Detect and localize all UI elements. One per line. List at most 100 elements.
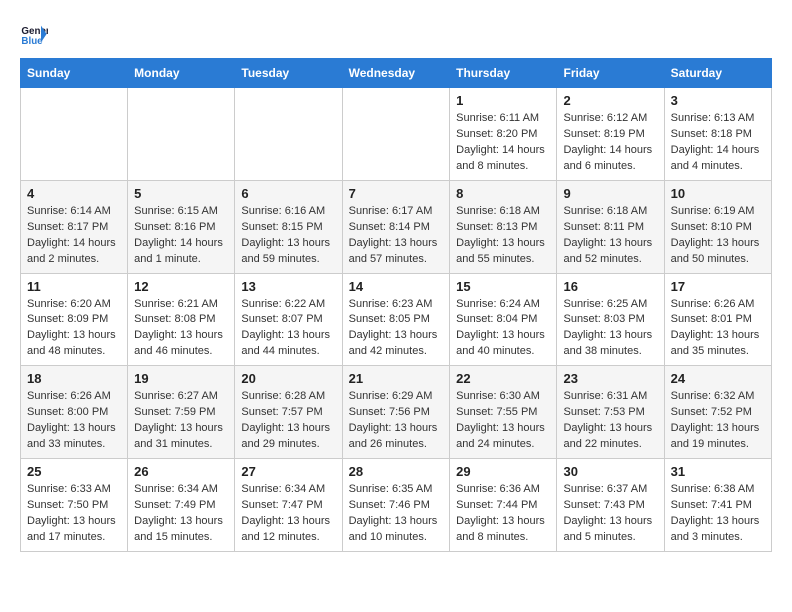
calendar-cell: 11 Sunrise: 6:20 AM Sunset: 8:09 PM Dayli… [21,273,128,366]
day-number: 3 [671,93,765,108]
day-info: Sunrise: 6:16 AM Sunset: 8:15 PM Dayligh… [241,204,335,268]
calendar-cell: 15 Sunrise: 6:24 AM Sunset: 8:04 PM Dayli… [450,273,557,366]
day-info: Sunrise: 6:12 AM Sunset: 8:19 PM Dayligh… [563,111,657,175]
day-number: 31 [671,464,765,479]
day-number: 21 [349,371,444,386]
calendar-cell: 28Sunrise: 6:35 AM Sunset: 7:46 PM Dayli… [342,459,450,552]
day-number: 17 [671,279,765,294]
svg-text:Blue: Blue [21,36,43,47]
calendar-cell: 23 Sunrise: 6:31 AM Sunset: 7:53 PM Dayli… [557,366,664,459]
day-number: 7 [349,186,444,201]
day-info: Sunrise: 6:26 AM Sunset: 8:00 PM Dayligh… [27,389,121,453]
day-number: 18 [27,371,121,386]
calendar-cell: 1Sunrise: 6:11 AM Sunset: 8:20 PM Daylig… [450,88,557,181]
day-number: 12 [134,279,228,294]
calendar-cell: 9Sunrise: 6:18 AM Sunset: 8:11 PM Daylig… [557,180,664,273]
calendar-week-row: 18 Sunrise: 6:26 AM Sunset: 8:00 PM Dayli… [21,366,772,459]
day-info: Sunrise: 6:34 AM Sunset: 7:49 PM Dayligh… [134,482,228,546]
day-info: Sunrise: 6:33 AM Sunset: 7:50 PM Dayligh… [27,482,121,546]
day-number: 22 [456,371,550,386]
day-info: Sunrise: 6:32 AM Sunset: 7:52 PM Dayligh… [671,389,765,453]
day-info: Sunrise: 6:27 AM Sunset: 7:59 PM Dayligh… [134,389,228,453]
day-number: 2 [563,93,657,108]
calendar-cell: 30 Sunrise: 6:37 AM Sunset: 7:43 PM Dayli… [557,459,664,552]
calendar-cell: 17 Sunrise: 6:26 AM Sunset: 8:01 PM Dayli… [664,273,771,366]
calendar-week-row: 1Sunrise: 6:11 AM Sunset: 8:20 PM Daylig… [21,88,772,181]
day-info: Sunrise: 6:37 AM Sunset: 7:43 PM Dayligh… [563,482,657,546]
calendar-cell: 16 Sunrise: 6:25 AM Sunset: 8:03 PM Dayli… [557,273,664,366]
logo-icon: General Blue [20,20,48,48]
day-info: Sunrise: 6:18 AM Sunset: 8:13 PM Dayligh… [456,204,550,268]
day-number: 19 [134,371,228,386]
calendar-cell: 8 Sunrise: 6:18 AM Sunset: 8:13 PM Daylig… [450,180,557,273]
day-number: 24 [671,371,765,386]
day-info: Sunrise: 6:22 AM Sunset: 8:07 PM Dayligh… [241,297,335,361]
calendar-cell: 3 Sunrise: 6:13 AM Sunset: 8:18 PM Daylig… [664,88,771,181]
day-info: Sunrise: 6:20 AM Sunset: 8:09 PM Dayligh… [27,297,121,361]
day-info: Sunrise: 6:36 AM Sunset: 7:44 PM Dayligh… [456,482,550,546]
column-header-sunday: Sunday [21,59,128,88]
day-number: 5 [134,186,228,201]
day-info: Sunrise: 6:30 AM Sunset: 7:55 PM Dayligh… [456,389,550,453]
day-number: 4 [27,186,121,201]
day-number: 15 [456,279,550,294]
day-number: 26 [134,464,228,479]
column-header-saturday: Saturday [664,59,771,88]
day-info: Sunrise: 6:23 AM Sunset: 8:05 PM Dayligh… [349,297,444,361]
calendar-header-row: SundayMondayTuesdayWednesdayThursdayFrid… [21,59,772,88]
calendar-cell: 24 Sunrise: 6:32 AM Sunset: 7:52 PM Dayli… [664,366,771,459]
day-info: Sunrise: 6:18 AM Sunset: 8:11 PM Dayligh… [563,204,657,268]
day-info: Sunrise: 6:21 AM Sunset: 8:08 PM Dayligh… [134,297,228,361]
day-info: Sunrise: 6:15 AM Sunset: 8:16 PM Dayligh… [134,204,228,268]
day-number: 27 [241,464,335,479]
calendar-cell [235,88,342,181]
column-header-monday: Monday [128,59,235,88]
calendar-cell: 12 Sunrise: 6:21 AM Sunset: 8:08 PM Dayli… [128,273,235,366]
column-header-wednesday: Wednesday [342,59,450,88]
page-header: General Blue [20,20,772,48]
calendar-cell: 6 Sunrise: 6:16 AM Sunset: 8:15 PM Daylig… [235,180,342,273]
calendar-week-row: 11 Sunrise: 6:20 AM Sunset: 8:09 PM Dayli… [21,273,772,366]
day-info: Sunrise: 6:28 AM Sunset: 7:57 PM Dayligh… [241,389,335,453]
day-number: 10 [671,186,765,201]
day-info: Sunrise: 6:31 AM Sunset: 7:53 PM Dayligh… [563,389,657,453]
calendar-week-row: 4 Sunrise: 6:14 AM Sunset: 8:17 PM Daylig… [21,180,772,273]
day-number: 29 [456,464,550,479]
calendar-cell: 7Sunrise: 6:17 AM Sunset: 8:14 PM Daylig… [342,180,450,273]
day-number: 30 [563,464,657,479]
day-info: Sunrise: 6:13 AM Sunset: 8:18 PM Dayligh… [671,111,765,175]
day-info: Sunrise: 6:38 AM Sunset: 7:41 PM Dayligh… [671,482,765,546]
day-info: Sunrise: 6:26 AM Sunset: 8:01 PM Dayligh… [671,297,765,361]
day-number: 6 [241,186,335,201]
day-number: 8 [456,186,550,201]
day-info: Sunrise: 6:14 AM Sunset: 8:17 PM Dayligh… [27,204,121,268]
calendar-cell: 2 Sunrise: 6:12 AM Sunset: 8:19 PM Daylig… [557,88,664,181]
day-number: 13 [241,279,335,294]
calendar-cell: 5 Sunrise: 6:15 AM Sunset: 8:16 PM Daylig… [128,180,235,273]
calendar-cell: 31 Sunrise: 6:38 AM Sunset: 7:41 PM Dayli… [664,459,771,552]
day-number: 25 [27,464,121,479]
calendar-cell: 18 Sunrise: 6:26 AM Sunset: 8:00 PM Dayli… [21,366,128,459]
calendar-cell: 10 Sunrise: 6:19 AM Sunset: 8:10 PM Dayli… [664,180,771,273]
column-header-thursday: Thursday [450,59,557,88]
day-info: Sunrise: 6:29 AM Sunset: 7:56 PM Dayligh… [349,389,444,453]
calendar-cell: 27Sunrise: 6:34 AM Sunset: 7:47 PM Dayli… [235,459,342,552]
day-info: Sunrise: 6:24 AM Sunset: 8:04 PM Dayligh… [456,297,550,361]
calendar-cell: 21 Sunrise: 6:29 AM Sunset: 7:56 PM Dayli… [342,366,450,459]
calendar-cell [128,88,235,181]
day-number: 11 [27,279,121,294]
column-header-tuesday: Tuesday [235,59,342,88]
calendar-week-row: 25 Sunrise: 6:33 AM Sunset: 7:50 PM Dayli… [21,459,772,552]
day-number: 23 [563,371,657,386]
day-number: 1 [456,93,550,108]
calendar-cell: 29 Sunrise: 6:36 AM Sunset: 7:44 PM Dayli… [450,459,557,552]
day-info: Sunrise: 6:19 AM Sunset: 8:10 PM Dayligh… [671,204,765,268]
day-number: 20 [241,371,335,386]
calendar-cell [342,88,450,181]
day-number: 14 [349,279,444,294]
day-number: 16 [563,279,657,294]
calendar-cell: 25 Sunrise: 6:33 AM Sunset: 7:50 PM Dayli… [21,459,128,552]
calendar-cell: 4 Sunrise: 6:14 AM Sunset: 8:17 PM Daylig… [21,180,128,273]
day-info: Sunrise: 6:25 AM Sunset: 8:03 PM Dayligh… [563,297,657,361]
calendar-table: SundayMondayTuesdayWednesdayThursdayFrid… [20,58,772,552]
